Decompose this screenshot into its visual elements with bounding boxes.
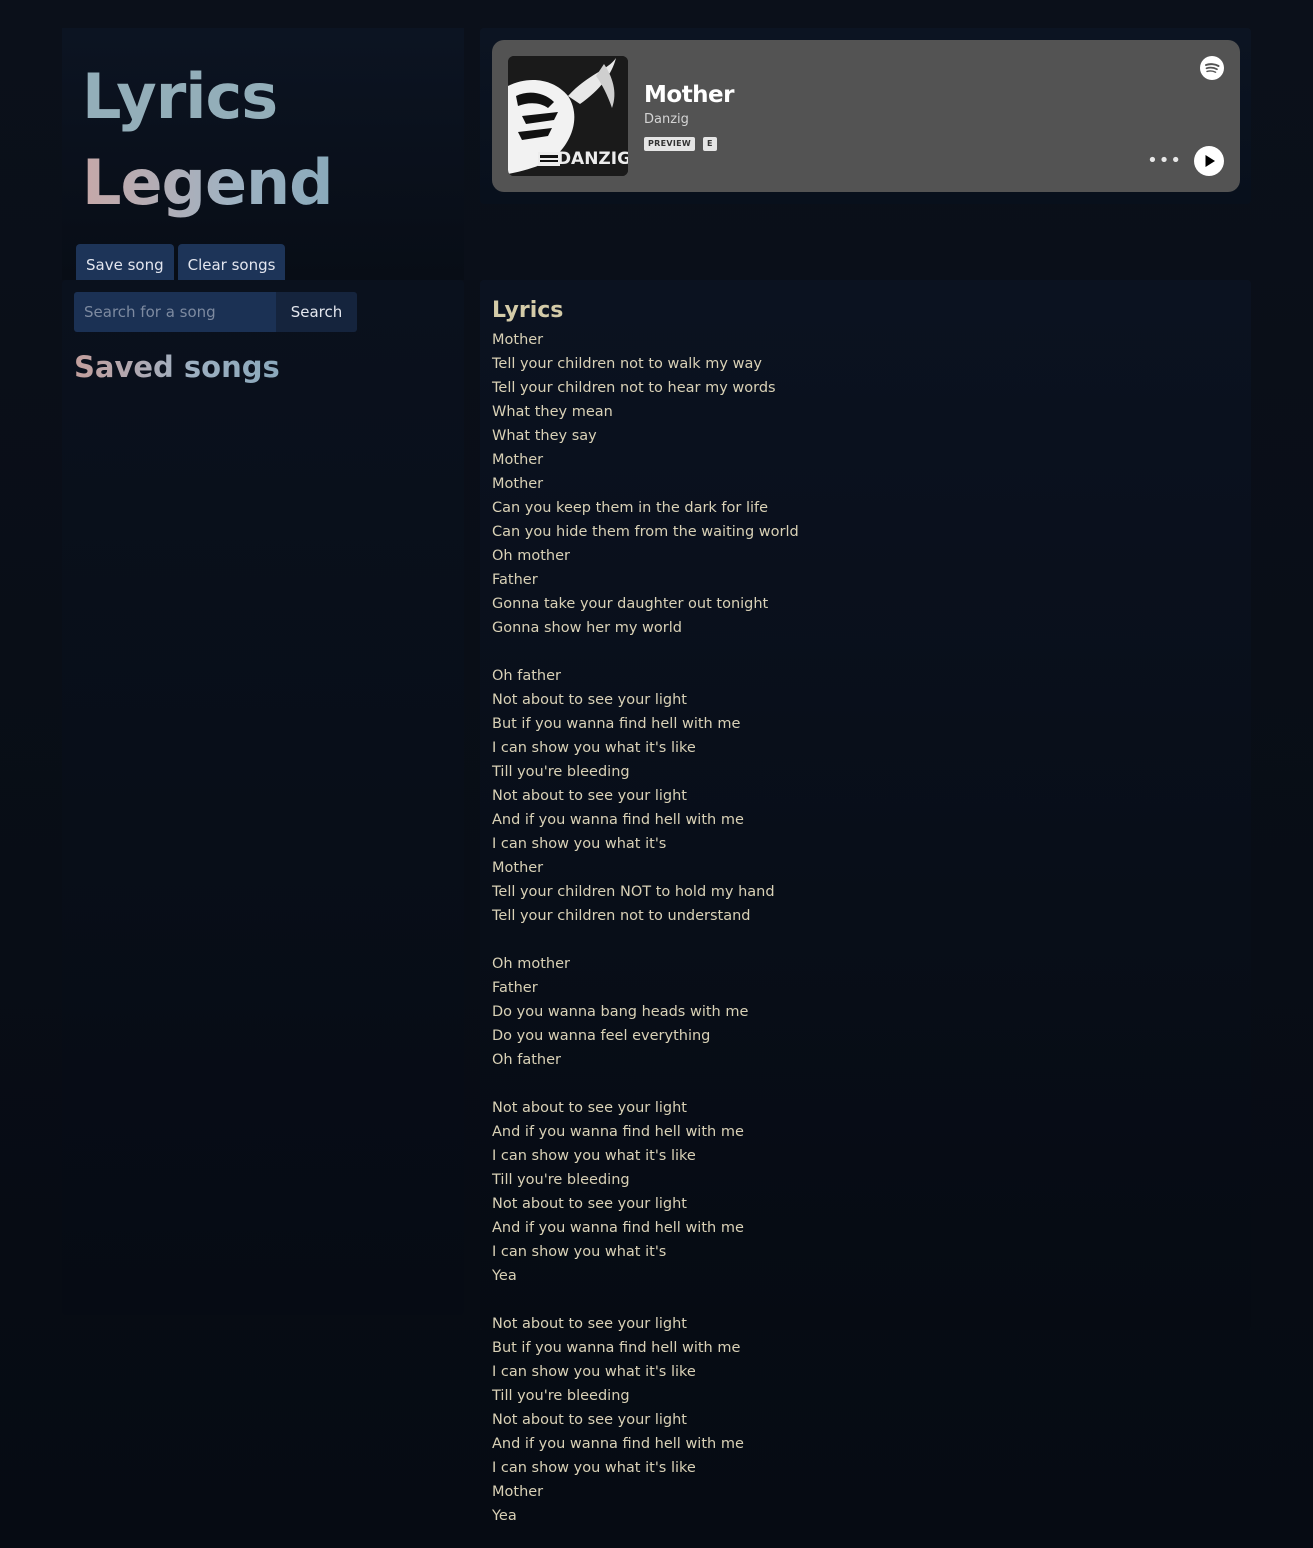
album-cover-label: DANZIG <box>557 149 628 169</box>
saved-songs-heading: Saved songs <box>74 350 280 384</box>
save-song-button[interactable]: Save song <box>76 244 174 280</box>
spotify-icon[interactable] <box>1200 56 1224 80</box>
track-badges: PREVIEW E <box>644 137 717 151</box>
play-icon <box>1205 155 1215 167</box>
explicit-badge: E <box>703 137 717 151</box>
search-input[interactable] <box>74 292 276 332</box>
player-panel: DANZIG Mother Danzig PREVIEW E ••• <box>480 28 1251 204</box>
lyrics-panel: Lyrics Mother Tell your children not to … <box>480 280 1251 1524</box>
preview-badge: PREVIEW <box>644 137 696 151</box>
track-artist[interactable]: Danzig <box>644 112 689 127</box>
clear-songs-button[interactable]: Clear songs <box>177 244 286 280</box>
lyrics-text: Mother Tell your children not to walk my… <box>492 332 799 1524</box>
app-title-line2: Legend <box>82 140 334 226</box>
lyrics-heading: Lyrics <box>492 298 564 323</box>
title-panel: Lyrics Legend <box>62 28 464 280</box>
spotify-embed[interactable]: DANZIG Mother Danzig PREVIEW E ••• <box>492 40 1240 192</box>
track-title[interactable]: Mother <box>644 82 735 108</box>
app-title: Lyrics Legend <box>82 54 334 226</box>
song-actions: Save song Clear songs <box>76 244 286 280</box>
sidebar: Search Saved songs <box>62 280 464 1315</box>
play-button[interactable] <box>1194 146 1224 176</box>
album-cover-art: DANZIG <box>508 56 628 176</box>
app-root: Lyrics Legend Save song Clear songs Sear… <box>0 0 1313 1548</box>
search-bar: Search <box>74 292 357 332</box>
album-cover[interactable]: DANZIG <box>508 56 628 176</box>
search-button[interactable]: Search <box>276 292 357 332</box>
more-options-icon[interactable]: ••• <box>1147 152 1182 170</box>
app-title-line1: Lyrics <box>82 60 278 133</box>
